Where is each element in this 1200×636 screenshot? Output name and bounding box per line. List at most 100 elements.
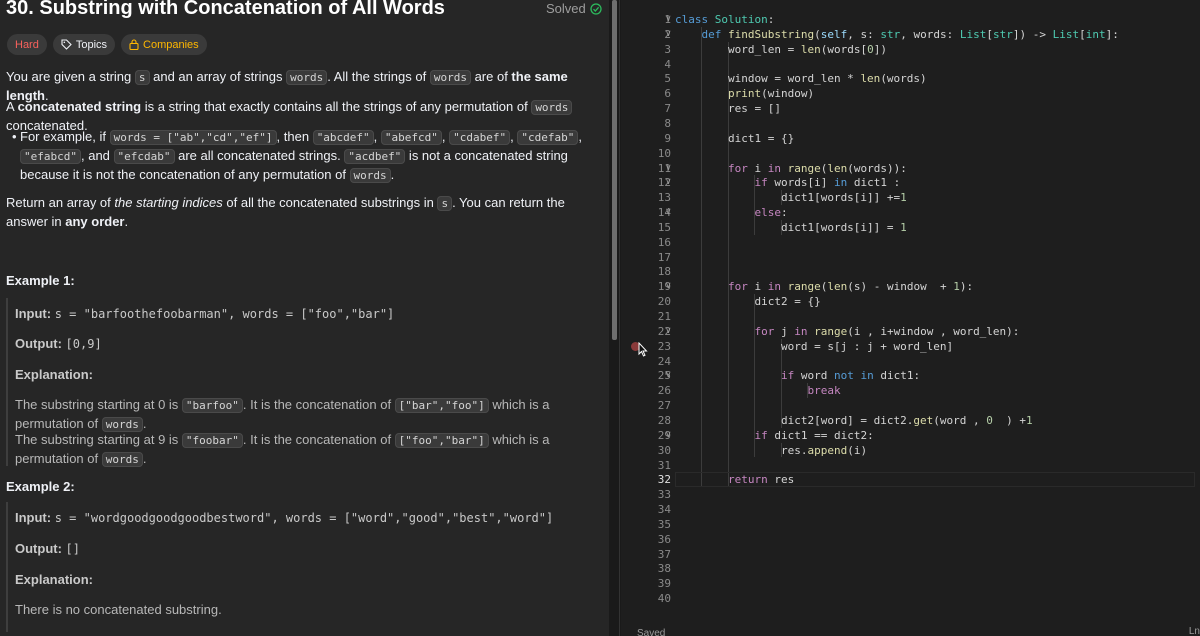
text: are all concatenated strings.: [174, 148, 345, 163]
code-line[interactable]: if dict1 == dict2:: [675, 428, 873, 443]
text: . All the strings of: [327, 69, 430, 84]
text: For example, if: [20, 129, 110, 144]
mouse-cursor-icon: [638, 342, 648, 357]
code-line[interactable]: return res: [675, 472, 794, 487]
difficulty-label: Hard: [15, 38, 39, 51]
example-2-input: Input: s = "wordgoodgoodgoodbestword", w…: [15, 509, 575, 527]
code-line[interactable]: else:: [675, 205, 787, 220]
text: Return an array of: [6, 195, 115, 210]
inline-code: s: [437, 196, 453, 211]
divider: [619, 0, 620, 636]
line-number: 27: [657, 399, 671, 413]
line-number: 35: [657, 517, 671, 531]
topics-tag[interactable]: Topics: [52, 34, 116, 55]
companies-tag[interactable]: Companies: [121, 34, 207, 55]
output-value: []: [65, 542, 80, 556]
text: . It is the concatenation of: [242, 432, 395, 447]
solved-status: Solved: [546, 1, 602, 16]
code-line[interactable]: word = s[j : j + word_len]: [675, 339, 953, 354]
example-1-heading: Example 1:: [6, 273, 75, 288]
problem-title: 30. Substring with Concatenation of All …: [6, 0, 445, 19]
line-number: 20: [657, 295, 671, 309]
code-editor[interactable]: 1 ∨ class Solution: 2 ∨ def findSubstring(se…: [621, 12, 1200, 612]
code-editor-panel[interactable]: 1 ∨ class Solution: 2 ∨ def findSubstring(se…: [621, 0, 1200, 636]
line-number: 7: [664, 102, 671, 116]
bullet-text: For example, if words = ["ab","cd","ef"]…: [20, 128, 585, 185]
code-line[interactable]: break: [675, 383, 840, 398]
example-2-heading: Example 2:: [6, 479, 75, 494]
code-line[interactable]: dict1 = {}: [675, 131, 794, 146]
solved-label: Solved: [546, 1, 586, 16]
code-line[interactable]: word_len = len(words[0]): [675, 42, 887, 57]
explanation-label: Explanation:: [15, 572, 94, 587]
code-line[interactable]: res = []: [675, 101, 781, 116]
code-line[interactable]: dict2[word] = dict2.get(word , 0 ) +1: [675, 413, 1033, 428]
line-number: 26: [657, 384, 671, 398]
code-line[interactable]: class Solution:: [675, 12, 774, 27]
inline-code: words: [101, 452, 143, 467]
code-line[interactable]: if word not in dict1:: [675, 368, 920, 383]
line-number: 9: [664, 131, 671, 145]
bullet-dot: •: [12, 129, 17, 144]
text: . It is the concatenation of: [242, 397, 395, 412]
line-number: 36: [657, 532, 671, 546]
code-line[interactable]: dict2 = {}: [675, 294, 820, 309]
problem-description-panel: 30. Substring with Concatenation of All …: [0, 0, 609, 636]
description-paragraph-3: Return an array of the starting indices …: [6, 194, 591, 231]
text: The substring starting at 0 is: [15, 397, 182, 412]
inline-code: words: [101, 417, 143, 432]
line-number: 28: [657, 413, 671, 427]
output-label: Output:: [15, 541, 62, 556]
code-line[interactable]: window = word_len * len(words): [675, 71, 927, 86]
input-value: s = "wordgoodgoodgoodbestword", words = …: [54, 511, 554, 525]
bold-text: any order: [65, 214, 125, 229]
line-number: 37: [657, 547, 671, 561]
line-number: 16: [657, 235, 671, 249]
code-line[interactable]: dict1[words[i]] = 1: [675, 220, 907, 235]
code-line[interactable]: for i in range(len(s) - window + 1):: [675, 279, 973, 294]
code-line[interactable]: print(window): [675, 86, 814, 101]
example-1-explanation-1: The substring starting at 0 is "barfoo".…: [15, 396, 575, 434]
check-circle-icon: [590, 2, 602, 15]
text: A: [6, 99, 18, 114]
text: .: [142, 416, 147, 431]
input-label: Input:: [15, 510, 52, 525]
text: .: [124, 214, 129, 229]
inline-code: "cdabef": [449, 130, 511, 145]
code-line[interactable]: res.append(i): [675, 443, 867, 458]
text: are of: [470, 69, 512, 84]
bold-text: concatenated string: [17, 99, 142, 114]
panel-splitter[interactable]: [609, 0, 621, 636]
line-number: 31: [657, 458, 671, 472]
code-line[interactable]: for j in range(i , i+window , word_len):: [675, 324, 1019, 339]
inline-code: "efabcd": [20, 149, 81, 164]
inline-code: "barfoo": [181, 398, 243, 413]
inline-code: words: [429, 70, 471, 85]
inline-code: "abcdef": [312, 130, 374, 145]
line-number: 32: [657, 473, 671, 487]
line-status: Ln: [1188, 626, 1200, 636]
explanation-label: Explanation:: [15, 367, 94, 382]
scrollbar-thumb[interactable]: [612, 0, 617, 340]
line-number: 17: [657, 250, 671, 264]
line-number: 40: [657, 592, 671, 606]
code-line[interactable]: def findSubstring(self, s: str, words: L…: [675, 27, 1119, 42]
input-label: Input:: [15, 306, 52, 321]
example-1-output: Output: [0,9]: [15, 335, 575, 353]
inline-code: "efcdab": [113, 149, 175, 164]
text: The substring starting at 9 is: [15, 432, 182, 447]
inline-code: "abefcd": [380, 130, 442, 145]
line-number: 21: [657, 310, 671, 323]
code-line[interactable]: if words[i] in dict1 :: [675, 175, 900, 190]
line-number: 24: [657, 354, 671, 368]
code-line[interactable]: dict1[words[i]] +=1: [675, 190, 907, 205]
inline-code: "foobar": [181, 433, 243, 448]
code-line[interactable]: for i in range(len(words)):: [675, 161, 907, 176]
line-number: 4: [664, 57, 671, 71]
text: ,: [373, 129, 381, 144]
inline-code: words = ["ab","cd","ef"]: [109, 130, 277, 145]
output-value: [0,9]: [65, 337, 102, 351]
difficulty-tag[interactable]: Hard: [7, 34, 47, 55]
inline-code: words: [286, 70, 328, 85]
line-number: 34: [657, 503, 671, 517]
